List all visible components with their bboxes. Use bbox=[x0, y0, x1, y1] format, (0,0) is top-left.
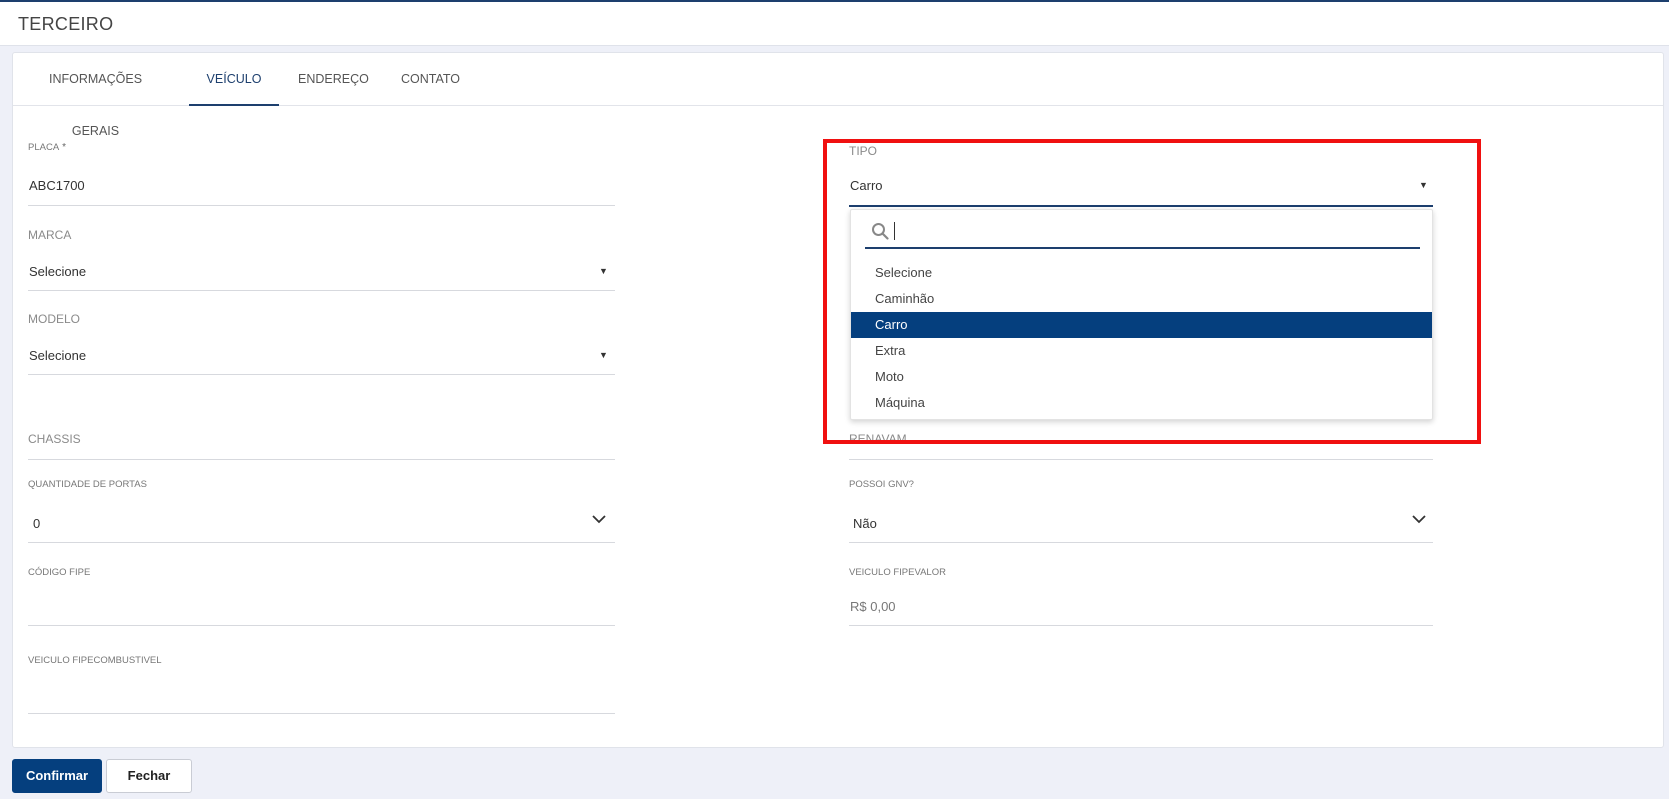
tab-bar: INFORMAÇÕES GERAIS VEÍCULO ENDEREÇO CONT… bbox=[13, 53, 1663, 138]
quantidade-portas-label: QUANTIDADE DE PORTAS bbox=[28, 479, 147, 490]
close-button[interactable]: Fechar bbox=[106, 759, 192, 793]
required-mark: * bbox=[62, 142, 67, 153]
tab-contato[interactable]: CONTATO bbox=[401, 53, 460, 106]
tab-informacoes-gerais[interactable]: INFORMAÇÕES GERAIS bbox=[33, 53, 158, 138]
tab-endereco[interactable]: ENDEREÇO bbox=[298, 53, 369, 106]
page-header: TERCEIRO bbox=[0, 2, 1669, 46]
renavam-underline bbox=[849, 459, 1433, 460]
modelo-select[interactable]: Selecione bbox=[29, 348, 86, 363]
fipecombustivel-input[interactable] bbox=[29, 690, 609, 706]
marca-caret-icon[interactable]: ▼ bbox=[599, 266, 608, 276]
highlight-annotation-box bbox=[823, 139, 1481, 444]
chassis-input[interactable] bbox=[29, 440, 609, 456]
marca-select[interactable]: Selecione bbox=[29, 264, 86, 279]
placa-label: PLACA * bbox=[28, 142, 67, 153]
fipevalor-label: VEICULO FIPEVALOR bbox=[849, 567, 946, 578]
fipecombustivel-label: VEICULO FIPECOMBUSTIVEL bbox=[28, 655, 162, 666]
modelo-label: MODELO bbox=[28, 312, 81, 326]
modelo-underline bbox=[28, 374, 615, 375]
page-title: TERCEIRO bbox=[18, 14, 114, 34]
placa-underline bbox=[28, 205, 615, 206]
codigo-fipe-input[interactable] bbox=[29, 600, 609, 616]
placa-input[interactable]: ABC1700 bbox=[29, 178, 85, 193]
chevron-down-icon[interactable] bbox=[1412, 514, 1426, 524]
tab-veiculo[interactable]: VEÍCULO bbox=[189, 53, 279, 106]
marca-label: MARCA bbox=[28, 228, 72, 242]
possui-gnv-label: POSSOI GNV? bbox=[849, 479, 914, 490]
possui-gnv-select[interactable]: Não bbox=[853, 516, 877, 531]
confirm-button[interactable]: Confirmar bbox=[12, 759, 102, 793]
marca-underline bbox=[28, 290, 615, 291]
codigo-fipe-label: CÓDIGO FIPE bbox=[28, 567, 91, 578]
fipecombustivel-underline bbox=[28, 713, 615, 714]
possui-gnv-underline bbox=[849, 542, 1433, 543]
chevron-down-icon[interactable] bbox=[592, 514, 606, 524]
quantidade-portas-underline bbox=[28, 542, 615, 543]
chassis-underline bbox=[28, 459, 615, 460]
fipevalor-underline bbox=[849, 625, 1433, 626]
fipevalor-value: R$ 0,00 bbox=[850, 599, 896, 614]
codigo-fipe-underline bbox=[28, 625, 615, 626]
modelo-caret-icon[interactable]: ▼ bbox=[599, 350, 608, 360]
quantidade-portas-select[interactable]: 0 bbox=[33, 516, 40, 531]
